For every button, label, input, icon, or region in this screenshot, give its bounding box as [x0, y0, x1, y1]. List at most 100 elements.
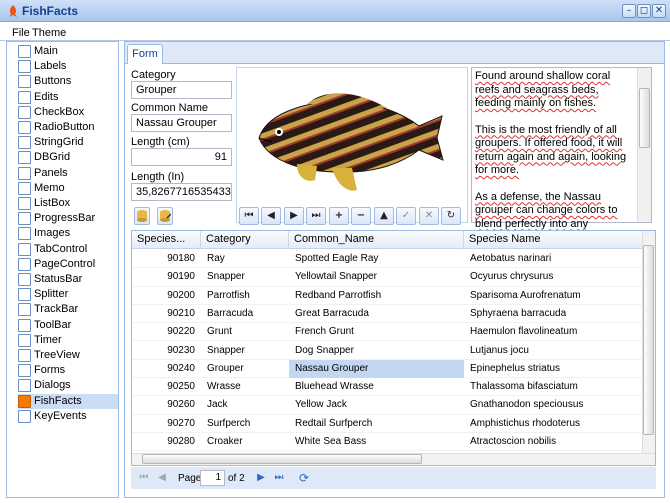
table-row[interactable]: 90210 Barracuda Great Barracuda Sphyraena b…	[132, 305, 642, 324]
next-record-button[interactable]: ▶	[284, 207, 304, 225]
menu-theme[interactable]: Theme	[32, 27, 66, 39]
tab-form[interactable]: Form	[127, 44, 163, 64]
table-cell[interactable]: Sphyraena barracuda	[464, 305, 642, 323]
table-cell[interactable]: Nassau Grouper	[289, 359, 464, 378]
length-cm-field[interactable]: 91	[131, 148, 232, 166]
sidebar-item-listbox[interactable]: ListBox	[18, 196, 118, 211]
prev-page-icon[interactable]: ◀	[155, 471, 169, 485]
grid-vertical-scrollbar[interactable]	[642, 231, 655, 453]
refresh-data-button[interactable]: ↻	[441, 207, 461, 225]
table-cell[interactable]: 90270	[132, 415, 201, 433]
database-icon[interactable]	[134, 207, 150, 225]
sidebar-item-radiobutton[interactable]: RadioButton	[18, 120, 118, 135]
insert-record-button[interactable]: +	[329, 207, 349, 225]
page-number-input[interactable]: 1	[200, 470, 225, 486]
sidebar-item-statusbar[interactable]: StatusBar	[18, 272, 118, 287]
column-header-category[interactable]: Category	[201, 231, 289, 249]
sidebar-item-checkbox[interactable]: CheckBox	[18, 105, 118, 120]
sidebar-item-stringgrid[interactable]: StringGrid	[18, 135, 118, 150]
table-row[interactable]: 90200 Parrotfish Redband Parrotfish Spariso…	[132, 287, 642, 305]
grid-horizontal-scroll-thumb[interactable]	[142, 454, 422, 464]
sidebar-item-toolbar[interactable]: ToolBar	[18, 318, 118, 333]
table-cell[interactable]: 90180	[132, 250, 201, 268]
sidebar-item-pagecontrol[interactable]: PageControl	[18, 257, 118, 272]
first-page-icon[interactable]: ⏮	[137, 471, 151, 485]
delete-record-button[interactable]: −	[351, 207, 371, 225]
table-cell[interactable]: Redtail Surfperch	[289, 415, 464, 433]
table-cell[interactable]: Croaker	[201, 433, 289, 451]
table-row[interactable]: 90280 Croaker White Sea Bass Atractoscion n…	[132, 433, 642, 452]
common-name-field[interactable]: Nassau Grouper	[131, 114, 232, 132]
table-cell[interactable]: Snapper	[201, 268, 289, 286]
table-cell[interactable]: Jack	[201, 396, 289, 414]
sidebar-item-main[interactable]: Main	[18, 44, 118, 59]
refresh-icon[interactable]: ⟳	[297, 471, 311, 485]
sidebar-item-images[interactable]: Images	[18, 226, 118, 241]
table-cell[interactable]: Yellowtail Snapper	[289, 268, 464, 286]
column-header-species-no[interactable]: Species...	[132, 231, 201, 249]
table-cell[interactable]: 90260	[132, 396, 201, 414]
table-cell[interactable]: Surfperch	[201, 415, 289, 433]
edit-record-button[interactable]: ▲	[374, 207, 394, 225]
last-page-icon[interactable]: ⏭	[272, 471, 286, 485]
table-cell[interactable]: Aetobatus narinari	[464, 250, 642, 268]
table-cell[interactable]: Great Barracuda	[289, 305, 464, 323]
table-row[interactable]: 90180 Ray Spotted Eagle Ray Aetobatus narin…	[132, 250, 642, 269]
table-row[interactable]: 90240 Grouper Nassau Grouper Epinephelus st…	[132, 359, 642, 379]
table-cell[interactable]: 90230	[132, 342, 201, 360]
sidebar-item-buttons[interactable]: Buttons	[18, 74, 118, 89]
table-cell[interactable]: 90200	[132, 287, 201, 305]
sidebar-item-labels[interactable]: Labels	[18, 59, 118, 74]
sidebar-item-edits[interactable]: Edits	[18, 90, 118, 105]
table-cell[interactable]: Snapper	[201, 342, 289, 360]
post-edit-button[interactable]: ✓	[396, 207, 416, 225]
table-cell[interactable]: 90240	[132, 360, 201, 378]
table-cell[interactable]: Amphistichus rhodoterus	[464, 415, 642, 433]
table-cell[interactable]: Bluehead Wrasse	[289, 378, 464, 396]
prior-record-button[interactable]: ◀	[261, 207, 281, 225]
table-cell[interactable]: 90210	[132, 305, 201, 323]
table-cell[interactable]: Dog Snapper	[289, 342, 464, 360]
table-cell[interactable]: Spotted Eagle Ray	[289, 250, 464, 268]
sidebar-item-trackbar[interactable]: TrackBar	[18, 302, 118, 317]
sidebar-item-keyevents[interactable]: KeyEvents	[18, 409, 118, 424]
cancel-edit-button[interactable]: ✕	[419, 207, 439, 225]
table-cell[interactable]: French Grunt	[289, 323, 464, 341]
close-button[interactable]: ✕	[652, 4, 666, 18]
column-header-species-name[interactable]: Species Name	[464, 231, 642, 249]
table-cell[interactable]: Grouper	[201, 360, 289, 378]
table-cell[interactable]: Grunt	[201, 323, 289, 341]
table-cell[interactable]: Epinephelus striatus	[464, 360, 642, 378]
sidebar-item-treeview[interactable]: TreeView	[18, 348, 118, 363]
sidebar-item-tabcontrol[interactable]: TabControl	[18, 242, 118, 257]
table-cell[interactable]: Barracuda	[201, 305, 289, 323]
column-header-common-name[interactable]: Common_Name	[289, 231, 464, 249]
table-row[interactable]: 90270 Surfperch Redtail Surfperch Amphistic…	[132, 415, 642, 433]
first-record-button[interactable]: ⏮	[239, 207, 259, 225]
table-cell[interactable]: Ray	[201, 250, 289, 268]
length-in-field[interactable]: 35,8267716535433	[131, 183, 232, 201]
table-cell[interactable]: 90280	[132, 433, 201, 451]
sidebar-item-timer[interactable]: Timer	[18, 333, 118, 348]
sidebar-item-memo[interactable]: Memo	[18, 181, 118, 196]
table-cell[interactable]: Gnathanodon speciousus	[464, 396, 642, 414]
table-cell[interactable]: Lutjanus jocu	[464, 342, 642, 360]
title-bar[interactable]	[0, 0, 670, 22]
last-record-button[interactable]: ⏭	[306, 207, 326, 225]
table-cell[interactable]: Ocyurus chrysurus	[464, 268, 642, 286]
category-field[interactable]: Grouper	[131, 81, 232, 99]
table-cell[interactable]: 90220	[132, 323, 201, 341]
table-cell[interactable]: Parrotfish	[201, 287, 289, 305]
table-cell[interactable]: Yellow Jack	[289, 396, 464, 414]
table-cell[interactable]: Wrasse	[201, 378, 289, 396]
table-cell[interactable]: Sparisoma Aurofrenatum	[464, 287, 642, 305]
sidebar-item-dialogs[interactable]: Dialogs	[18, 378, 118, 393]
next-page-icon[interactable]: ▶	[254, 471, 268, 485]
minimize-button[interactable]: –	[622, 4, 636, 18]
sidebar-item-progressbar[interactable]: ProgressBar	[18, 211, 118, 226]
table-cell[interactable]: Atractoscion nobilis	[464, 433, 642, 451]
sidebar-item-panels[interactable]: Panels	[18, 166, 118, 181]
table-cell[interactable]: 90190	[132, 268, 201, 286]
table-cell[interactable]: Thalassoma bifasciatum	[464, 378, 642, 396]
table-row[interactable]: 90250 Wrasse Bluehead Wrasse Thalassoma bif…	[132, 378, 642, 397]
